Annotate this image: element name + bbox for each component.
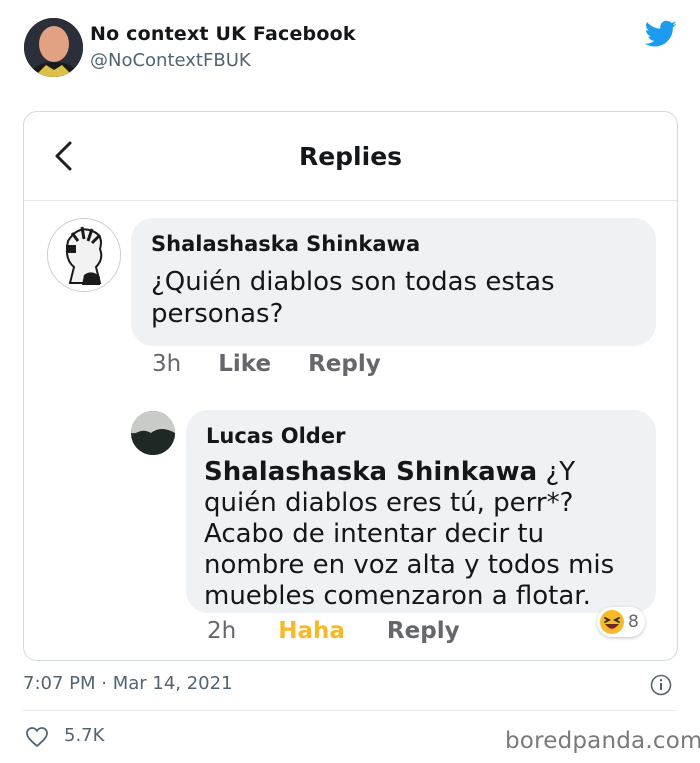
reply-mention[interactable]: Shalashaska Shinkawa <box>204 457 537 487</box>
replies-topbar: Replies <box>24 112 677 201</box>
page-title: Replies <box>298 142 403 171</box>
author-avatar[interactable] <box>24 18 83 77</box>
heart-icon[interactable] <box>25 726 49 748</box>
reaction-badge[interactable]: 8 <box>597 607 645 637</box>
comment-author[interactable]: Shalashaska Shinkawa <box>151 232 420 256</box>
reply-bubble: Lucas Older Shalashaska Shinkawa ¿Y quié… <box>186 410 656 613</box>
reply-avatar[interactable] <box>131 411 175 455</box>
commenter-avatar[interactable] <box>47 218 121 292</box>
divider <box>23 710 677 711</box>
tweet-timestamp[interactable]: 7:07 PM · Mar 14, 2021 <box>23 673 233 694</box>
embedded-screenshot[interactable]: Replies Shalashaska Shinkawa ¿Quién diab… <box>23 111 678 661</box>
author-name[interactable]: No context UK Facebook <box>90 23 356 45</box>
reply-button[interactable]: Reply <box>308 351 381 377</box>
author-handle[interactable]: @NoContextFBUK <box>90 50 251 71</box>
reply-actions: 2h Haha Reply <box>207 618 494 644</box>
reaction-count: 8 <box>628 612 639 632</box>
haha-button[interactable]: Haha <box>278 618 345 644</box>
watermark: boredpanda.com <box>505 728 700 754</box>
comment-bubble: Shalashaska Shinkawa ¿Quién diablos son … <box>131 218 656 346</box>
twitter-bird-icon[interactable] <box>645 20 677 48</box>
reply-time: 2h <box>207 618 237 644</box>
likes-count: 5.7K <box>64 725 105 746</box>
comment-actions: 3h Like Reply <box>152 351 410 377</box>
reply-text: Shalashaska Shinkawa ¿Y quién diablos er… <box>204 457 649 612</box>
reply-button[interactable]: Reply <box>387 618 460 644</box>
like-button[interactable]: Like <box>218 351 271 377</box>
info-icon[interactable] <box>650 674 672 696</box>
tweet-header: No context UK Facebook @NoContextFBUK <box>0 0 700 100</box>
haha-emoji-icon <box>600 610 624 634</box>
reply-author[interactable]: Lucas Older <box>206 424 345 448</box>
comment-text: ¿Quién diablos son todas estas personas? <box>151 267 555 329</box>
comment-time: 3h <box>152 351 182 377</box>
